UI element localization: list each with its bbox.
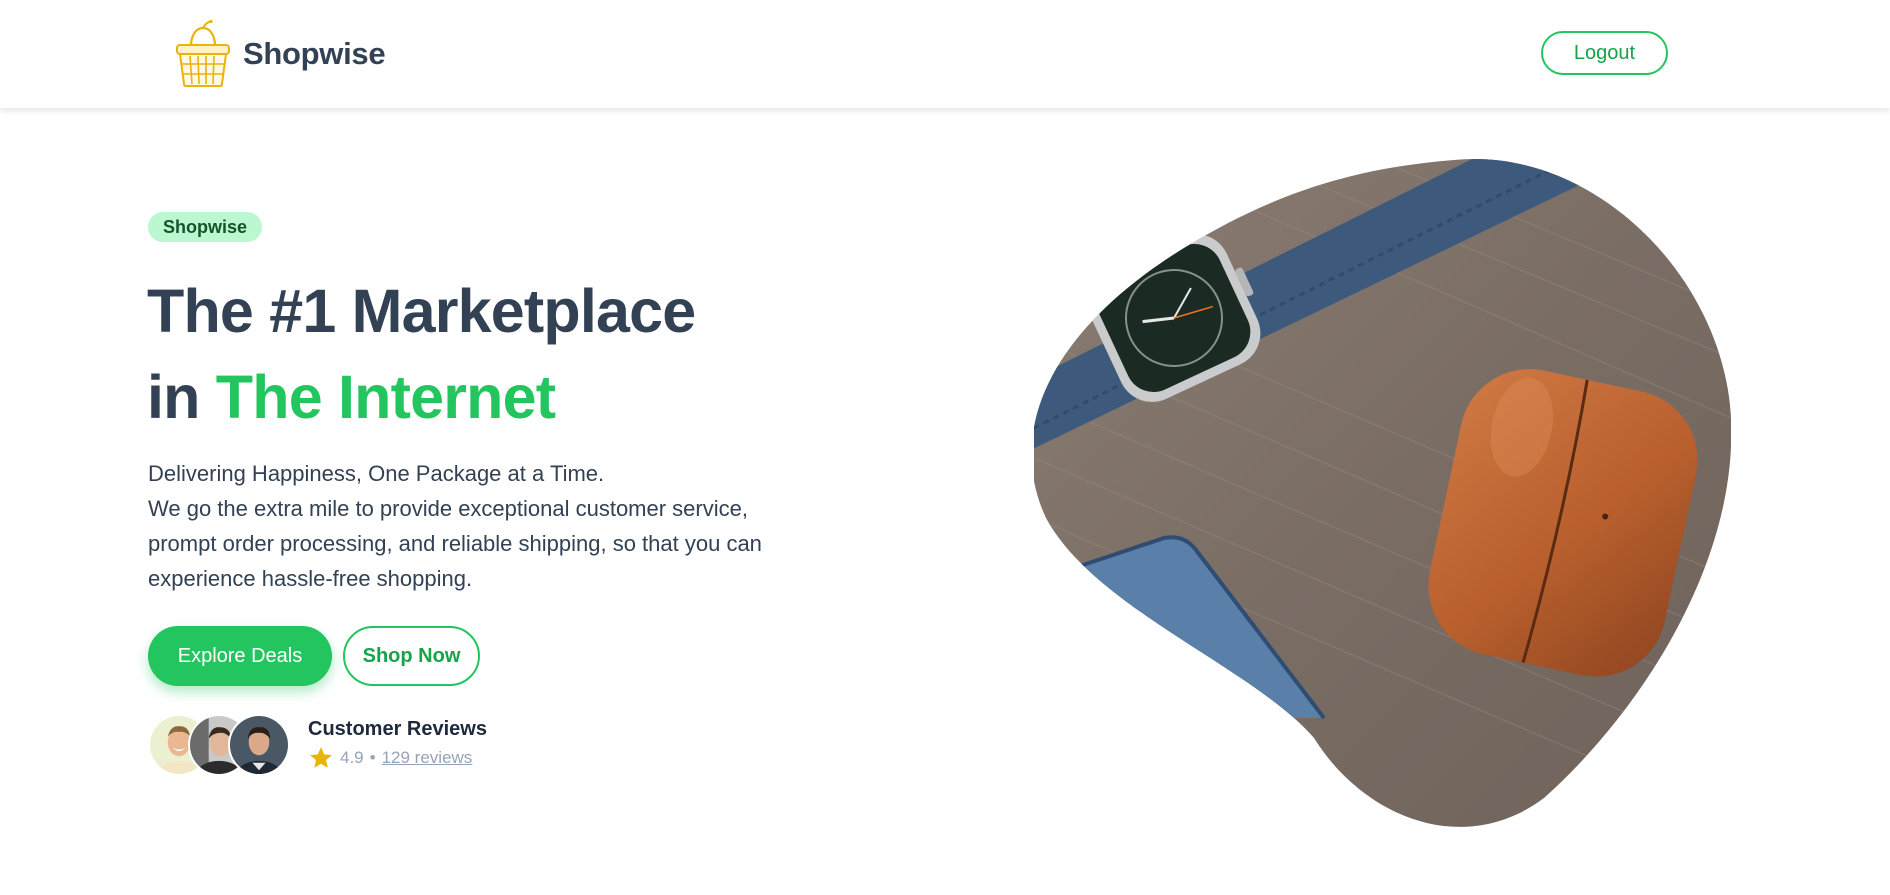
logout-button[interactable]: Logout: [1541, 31, 1668, 75]
hero-title: The #1 Marketplace in The Internet: [147, 268, 907, 440]
reviews-summary: 4.9 • 129 reviews: [308, 744, 472, 772]
star-icon: [310, 747, 332, 768]
hero-badge: Shopwise: [148, 212, 263, 242]
explore-deals-button[interactable]: Explore Deals: [148, 626, 332, 686]
shopping-basket-icon: [176, 19, 230, 87]
hero-product-image: [1034, 158, 1731, 830]
hero-title-prefix: in: [147, 363, 200, 431]
reviews-count-link[interactable]: 129 reviews: [382, 748, 473, 768]
rating-value: 4.9: [340, 748, 364, 767]
hero-description-line: prompt order processing, and reliable sh…: [148, 531, 762, 556]
hero-description: Delivering Happiness, One Package at a T…: [148, 456, 828, 596]
hero-description-line: experience hassle-free shopping.: [148, 566, 473, 591]
customer-reviews-title: Customer Reviews: [308, 718, 487, 740]
hero-photo: [1034, 158, 1731, 827]
hero-title-accent: The Internet: [215, 363, 556, 431]
hero-description-line: We go the extra mile to provide exceptio…: [148, 496, 748, 521]
customer-avatars: [148, 714, 290, 776]
brand-link[interactable]: Shopwise: [173, 18, 386, 90]
customer-avatar-3: [228, 714, 290, 776]
hero-title-line1: The #1 Marketplace: [147, 277, 696, 345]
brand-name: Shopwise: [243, 36, 386, 71]
hero-description-line: Delivering Happiness, One Package at a T…: [148, 461, 605, 486]
rating-separator: •: [369, 748, 376, 767]
shop-now-button[interactable]: Shop Now: [343, 626, 480, 686]
navbar: Shopwise Logout: [0, 0, 1890, 108]
